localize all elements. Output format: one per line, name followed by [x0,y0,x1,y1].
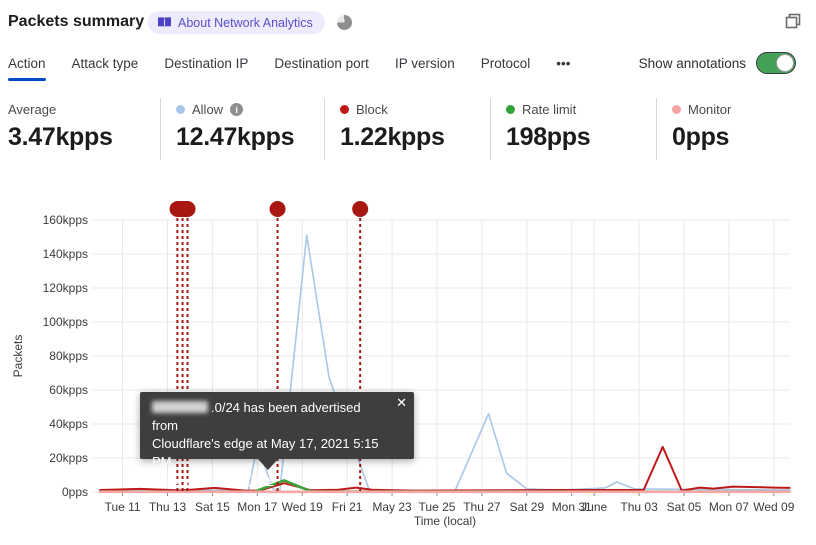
stat-block: Block 1.22kpps [340,96,445,152]
badge-label: About Network Analytics [178,15,313,30]
x-tick-label: May 23 [372,500,412,514]
x-tick-label: Sat 05 [667,500,702,514]
stat-rate-limit-label: Rate limit [522,102,577,117]
stat-allow: Allow i 12.47kpps [176,96,295,152]
y-tick-label: 0pps [62,485,88,499]
about-network-analytics-badge[interactable]: About Network Analytics [148,11,325,34]
open-in-window-icon[interactable] [783,12,803,32]
tooltip-text-line2: Cloudflare's edge at May 17, 2021 5:15 P… [152,436,379,469]
x-tick-label: Tue 11 [105,500,141,514]
redacted-ip-prefix [152,401,208,413]
tab-destination-ip[interactable]: Destination IP [164,52,248,81]
x-tick-label: Wed 19 [282,500,323,514]
stat-block-label: Block [356,102,388,117]
x-tick-label: June [581,500,607,514]
x-tick-label: Thu 03 [620,500,658,514]
y-tick-label: 40kpps [49,417,88,431]
block-legend-dot [340,105,349,114]
x-tick-label: Mon 07 [709,500,749,514]
stat-average-value: 3.47kpps [8,123,113,151]
monitor-legend-dot [672,105,681,114]
tab-action[interactable]: Action [8,52,46,81]
show-annotations-label: Show annotations [638,55,746,71]
stat-average-label: Average [8,102,57,117]
x-tick-label: Tue 25 [419,500,456,514]
allow-legend-dot [176,105,185,114]
allow-info-icon[interactable]: i [230,103,244,116]
annotation-dot[interactable] [352,201,369,217]
tab-destination-port[interactable]: Destination port [274,52,369,81]
stat-average: Average 3.47kpps [8,96,113,152]
y-tick-label: 20kpps [49,451,88,465]
tab-protocol[interactable]: Protocol [481,52,531,81]
pie-timer-icon [337,15,352,30]
y-axis-title: Packets [11,335,25,378]
tab-attack-type[interactable]: Attack type [72,52,139,81]
toggle-knob [776,54,794,72]
x-tick-label: Wed 09 [753,500,794,514]
y-tick-label: 140kpps [43,247,88,261]
dimension-tabs: Action Attack type Destination IP Destin… [8,52,570,81]
x-tick-label: Mon 17 [237,500,277,514]
x-tick-label: Sat 15 [195,500,230,514]
book-icon [158,17,171,28]
stat-divider [656,98,657,160]
summary-stats-row: Average 3.47kpps Allow i 12.47kpps Block… [0,96,816,162]
stat-rate-limit-value: 198pps [506,123,591,151]
stat-divider [160,98,161,160]
stat-block-value: 1.22kpps [340,123,445,151]
y-tick-label: 120kpps [43,281,88,295]
x-tick-label: Fri 21 [332,500,363,514]
y-tick-label: 160kpps [43,213,88,227]
y-tick-label: 80kpps [49,349,88,363]
page-title: Packets summary [8,13,145,30]
tooltip-close-icon[interactable]: ✕ [396,395,407,411]
stat-allow-value: 12.47kpps [176,123,295,151]
tab-more-ellipsis[interactable]: ••• [556,52,570,81]
stat-monitor-label: Monitor [688,102,732,117]
packets-time-series-chart[interactable]: 0pps 20kpps 40kpps 60kpps 80kpps 100kpps 120kp… [0,190,816,540]
y-tick-label: 60kpps [49,383,88,397]
annotation-tooltip: ✕ .0/24 has been advertised from Cloudfl… [140,392,414,487]
show-annotations-toggle[interactable] [756,52,796,74]
stat-rate-limit: Rate limit 198pps [506,96,591,152]
stat-divider [490,98,491,160]
tab-ip-version[interactable]: IP version [395,52,455,81]
x-tick-label: Sat 29 [509,500,544,514]
annotation-dot-cluster[interactable] [169,201,196,217]
stat-allow-label: Allow [192,102,224,117]
show-annotations-control: Show annotations [639,52,796,74]
network-analytics-panel: Packets summary About Network Analytics … [0,0,816,545]
x-tick-label: Thu 13 [149,500,187,514]
view-ip-prefixes-link[interactable]: View your IP prefixes [152,472,274,487]
stat-monitor-value: 0pps [672,123,730,151]
rate-limit-legend-dot [506,105,515,114]
tooltip-text: .0/24 has been advertised from [152,400,361,433]
annotation-dot[interactable] [269,201,286,217]
stat-monitor: Monitor 0pps [672,96,731,152]
x-tick-label: Thu 27 [463,500,501,514]
stat-divider [324,98,325,160]
x-axis-title: Time (local) [414,514,476,528]
y-tick-label: 100kpps [43,315,88,329]
